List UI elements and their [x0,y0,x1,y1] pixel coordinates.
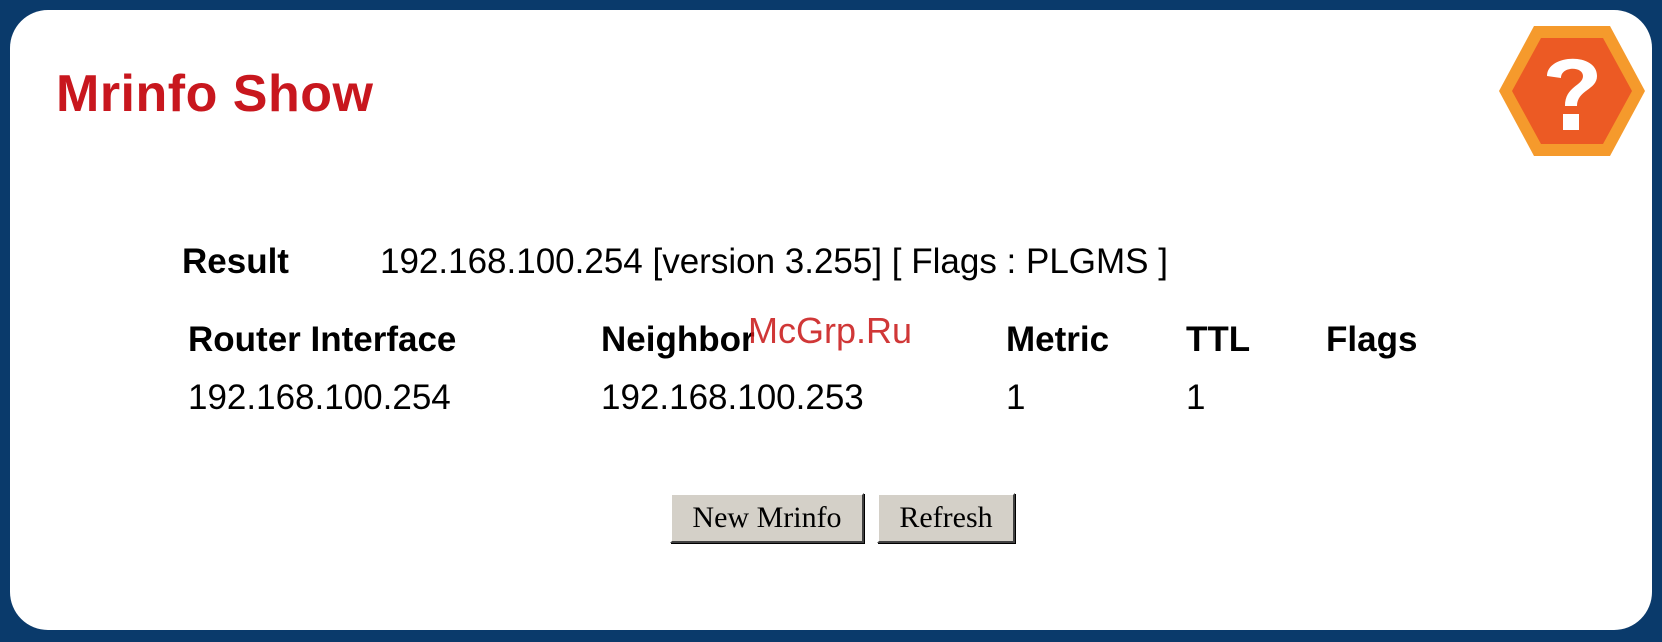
result-value: 192.168.100.254 [version 3.255] [ Flags … [380,242,1168,281]
button-bar: New Mrinfo Refresh [670,493,1015,543]
cell-neighbor: 192.168.100.253 [601,378,864,417]
result-label: Result [182,242,289,281]
page-title: Mrinfo Show [56,65,374,123]
column-header-metric: Metric [1006,320,1110,359]
column-header-ttl: TTL [1186,320,1251,359]
column-header-flags: Flags [1326,320,1418,359]
content-panel: Mrinfo Show Result 192.168.100.254 [vers… [10,10,1652,630]
column-header-router-interface: Router Interface [188,320,457,359]
cell-metric: 1 [1006,378,1026,417]
cell-ttl: 1 [1186,378,1206,417]
help-question-icon[interactable] [1497,24,1647,158]
column-header-neighbor: Neighbor [601,320,755,359]
cell-router-interface: 192.168.100.254 [188,378,451,417]
new-mrinfo-button[interactable]: New Mrinfo [670,493,864,543]
watermark: McGrp.Ru [748,310,913,351]
refresh-button[interactable]: Refresh [877,493,1015,543]
